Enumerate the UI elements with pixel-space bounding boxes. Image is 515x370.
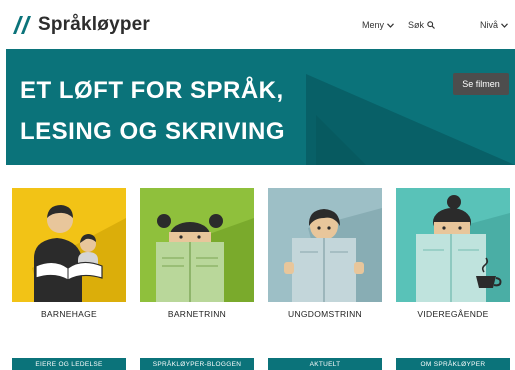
- link-aktuelt[interactable]: AKTUELT: [268, 358, 382, 370]
- chevron-down-icon: [387, 22, 394, 28]
- link-sprakloyper-bloggen[interactable]: SPRÅKLØYPER-BLOGGEN: [140, 358, 254, 370]
- site-header: Språkløyper Meny Søk Nivå: [0, 0, 515, 48]
- search-icon: [427, 21, 435, 29]
- nav-menu-label: Meny: [362, 20, 385, 30]
- nav-search-label: Søk: [408, 20, 425, 30]
- card-videregaende[interactable]: [396, 188, 510, 302]
- link-eiere-og-ledelse[interactable]: EIERE OG LEDELSE: [12, 358, 126, 370]
- card-label-videregaende[interactable]: VIDEREGÅENDE: [396, 309, 510, 319]
- nav-menu[interactable]: Meny: [362, 20, 394, 30]
- brand-name: Språkløyper: [38, 14, 151, 35]
- hero-heading-line-2: LESING OG SKRIVING: [15, 115, 291, 148]
- nav-level-label: Nivå: [480, 20, 499, 30]
- card-label-ungdomstrinn[interactable]: UNGDOMSTRINN: [268, 309, 382, 319]
- card-barnehage[interactable]: [12, 188, 126, 302]
- adult-reading-with-child-illustration: [12, 188, 126, 302]
- link-om-sprakloyper[interactable]: OM SPRÅKLØYPER: [396, 358, 510, 370]
- student-reading-with-coffee-illustration: [396, 188, 510, 302]
- card-label-barnehage[interactable]: BARNEHAGE: [12, 309, 126, 319]
- hero-heading-line-1: ET LØFT FOR SPRÅK,: [15, 74, 289, 107]
- card-barnetrinn[interactable]: [140, 188, 254, 302]
- card-label-barnetrinn[interactable]: BARNETRINN: [140, 309, 254, 319]
- child-with-pigtails-reading-illustration: [140, 188, 254, 302]
- logo-mark-icon: [13, 16, 31, 34]
- card-ungdomstrinn[interactable]: [268, 188, 382, 302]
- hero-banner: ET LØFT FOR SPRÅK, LESING OG SKRIVING Se…: [6, 49, 515, 165]
- chevron-down-icon: [501, 22, 508, 28]
- nav-search[interactable]: Søk: [408, 20, 435, 30]
- nav-level[interactable]: Nivå: [480, 20, 508, 30]
- watch-film-button[interactable]: Se filmen: [453, 73, 509, 95]
- site-logo[interactable]: Språkløyper: [13, 14, 150, 36]
- teen-reading-illustration: [268, 188, 382, 302]
